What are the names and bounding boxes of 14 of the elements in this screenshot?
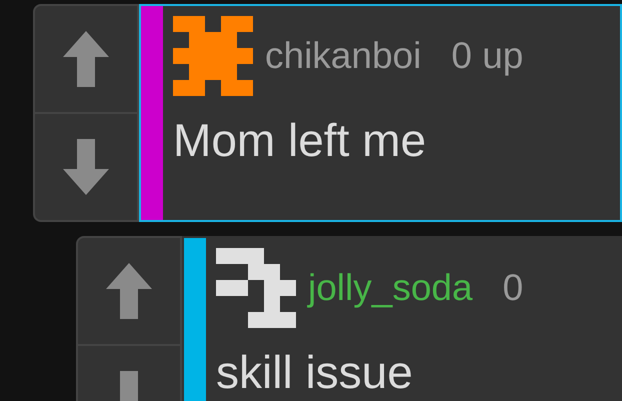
vote-count: 0 [502,266,524,310]
pixel-avatar-icon [216,248,296,328]
up-arrow-icon [104,261,154,321]
pixel-avatar-icon [173,16,253,96]
username[interactable]: chikanboi [265,28,422,84]
upvote-button[interactable] [76,236,182,346]
vote-count: 0 up [451,34,524,78]
downvote-button[interactable] [33,114,139,222]
upvote-button[interactable] [33,4,139,114]
down-arrow-icon [61,137,111,197]
comment-text: Mom left me [173,113,428,168]
comment-text: skill issue [216,345,414,400]
username[interactable]: jolly_soda [308,260,473,316]
up-arrow-icon [61,29,111,89]
